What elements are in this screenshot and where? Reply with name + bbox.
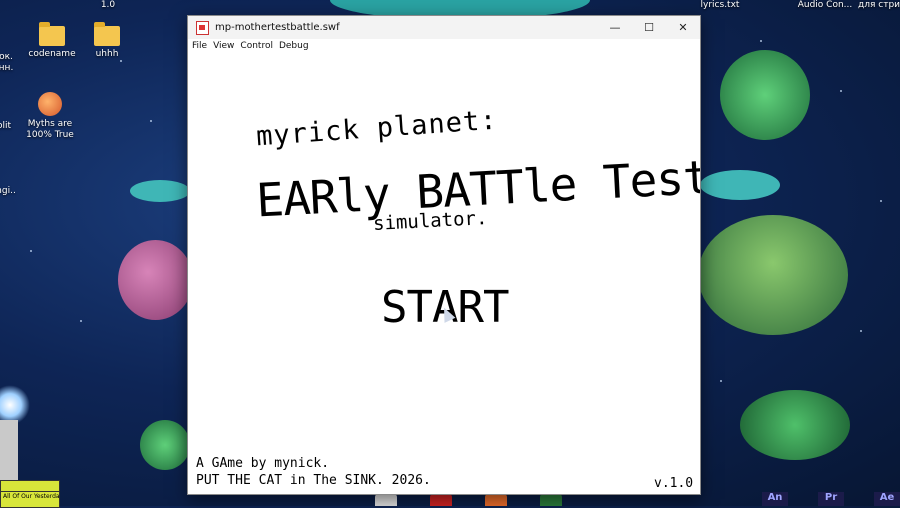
taskbar-app-icon[interactable] [485,494,507,506]
menu-bar: File View Control Debug [188,39,700,54]
taskbar-app-icon[interactable] [540,494,562,506]
maximize-button[interactable]: ☐ [632,16,666,39]
menu-debug[interactable]: Debug [279,41,309,51]
game-title-line1: myrick planet: [255,104,499,153]
game-stage[interactable]: myrick planet: EARly BATTle Test! simula… [188,53,700,494]
taskbar-app-icon[interactable] [430,494,452,506]
character-app-icon [38,92,62,116]
desktop-icon-uhhh[interactable]: uhhh [77,22,137,60]
desktop-label-edge[interactable]: для стри [858,0,900,11]
premiere-app-icon[interactable]: Pr [818,492,844,506]
flash-file-icon [196,20,209,35]
edge-label[interactable]: ок. [0,52,36,63]
taskbar-app-icon[interactable] [375,494,397,506]
desktop-icon-label: uhhh [95,49,119,59]
game-subtitle: simulator. [372,207,488,235]
menu-view[interactable]: View [213,41,234,51]
edge-label[interactable]: ngi.. [0,186,36,197]
window-title: mp-mothertestbattle.swf [215,22,340,33]
seek-bar[interactable] [1,481,59,492]
after-effects-app-icon[interactable]: Ae [874,492,900,506]
music-widget[interactable]: All Of Our Yesterda [0,480,60,508]
animate-app-icon[interactable]: An [762,492,788,506]
island-platform-left [130,180,190,202]
folder-icon [94,22,120,46]
version-label: v.1.0 [654,476,694,491]
edge-label[interactable]: нн. [0,63,36,74]
palm-foliage-left [140,420,190,470]
desktop-label-lyrics[interactable]: lyrics.txt [690,0,750,11]
menu-file[interactable]: File [192,41,207,51]
minimize-button[interactable]: — [598,16,632,39]
island-platform-right [700,170,780,200]
desktop-label-top-left: 1.0 [100,0,116,10]
music-track-title: All Of Our Yesterda [3,493,59,500]
credit-line-1: A GAme by mynick. [196,456,330,471]
menu-control[interactable]: Control [240,41,273,51]
lighthouse [0,420,18,480]
floating-island-right [698,215,848,335]
title-bar[interactable]: mp-mothertestbattle.swf — ☐ ✕ [188,16,700,39]
folder-icon [39,22,65,46]
flash-player-window: mp-mothertestbattle.swf — ☐ ✕ File View … [187,15,701,495]
lighthouse-glow [0,385,30,425]
floating-island-left [118,240,193,320]
credit-line-2: PUT THE CAT in The SINK. 2026. [196,473,431,488]
palm-foliage-right [720,50,810,140]
close-button[interactable]: ✕ [666,16,700,39]
desktop-label-audio[interactable]: Audio Con... [795,0,855,11]
desktop-icon-myths[interactable]: Myths are 100% True [20,92,80,141]
palm-foliage-bottom [740,390,850,460]
edge-label[interactable]: olit [0,121,34,132]
